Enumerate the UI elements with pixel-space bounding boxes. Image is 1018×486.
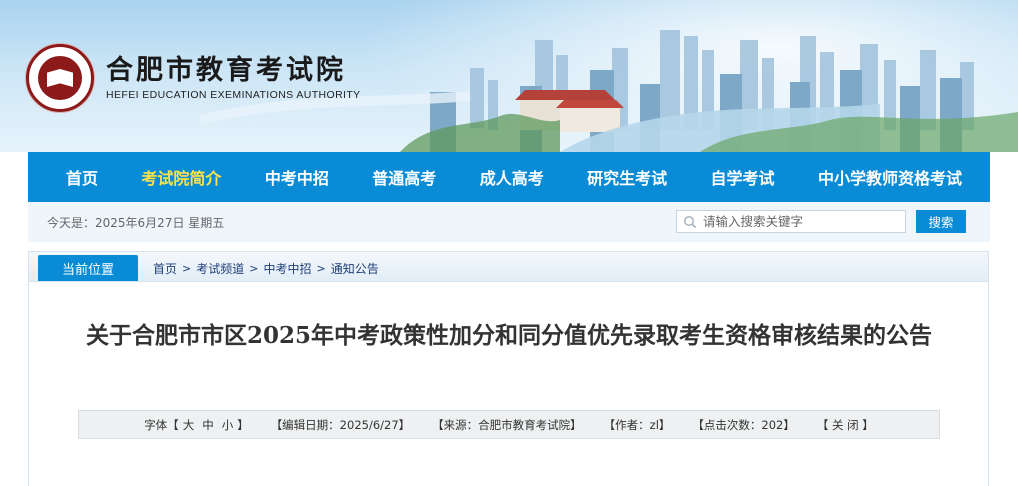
- breadcrumb-zhongkao[interactable]: 中考中招: [263, 260, 311, 277]
- click-count: 【点击次数：202】: [692, 417, 795, 432]
- article-title: 关于合肥市市区2025年中考政策性加分和同分值优先录取考生资格审核结果的公告: [85, 322, 932, 349]
- font-size-medium-button[interactable]: 中: [202, 417, 214, 433]
- breadcrumb: 首页 > 考试频道 > 中考中招 > 通知公告: [153, 260, 379, 277]
- article-meta-bar: 字体【 大 中 小 】 【编辑日期：2025/6/27】 【来源：合肥市教育考试…: [78, 410, 940, 439]
- site-title-en: HEFEI EDUCATION EXEMINATIONS AUTHORITY: [106, 89, 361, 101]
- site-title: 合肥市教育考试院: [106, 55, 346, 86]
- header-banner: 合肥市教育考试院 HEFEI EDUCATION EXEMINATIONS AU…: [0, 0, 1018, 152]
- date-search-bar: 今天是：2025年6月27日 星期五 搜索: [28, 202, 990, 242]
- chevron-right-icon: >: [249, 262, 259, 275]
- chevron-right-icon: >: [182, 262, 192, 275]
- nav-item-home[interactable]: 首页: [66, 165, 98, 189]
- nav-item-zhongkao[interactable]: 中考中招: [265, 165, 329, 189]
- edit-date: 【编辑日期：2025/6/27】: [270, 417, 411, 432]
- close-button[interactable]: 【 关 闭 】: [817, 417, 874, 433]
- today-date: 今天是：2025年6月27日 星期五: [47, 216, 225, 230]
- font-size-controls: 字体【 大 中 小 】: [144, 417, 249, 433]
- font-size-large-button[interactable]: 大: [183, 417, 195, 433]
- seal-emblem-icon: [26, 44, 94, 112]
- nav-item-gaokao[interactable]: 普通高考: [372, 165, 436, 189]
- article-author: 【作者：zl】: [603, 417, 671, 432]
- breadcrumb-notices[interactable]: 通知公告: [331, 260, 379, 277]
- search-box: [676, 210, 906, 233]
- article-source: 【来源：合肥市教育考试院】: [432, 417, 582, 432]
- font-size-bracket: 】: [237, 417, 249, 432]
- breadcrumb-home[interactable]: 首页: [153, 260, 177, 277]
- chevron-right-icon: >: [316, 262, 326, 275]
- location-bar: 当前位置 首页 > 考试频道 > 中考中招 > 通知公告: [29, 252, 988, 282]
- current-location-tab: 当前位置: [38, 255, 138, 281]
- search-button[interactable]: 搜索: [916, 210, 966, 233]
- content-panel: 当前位置 首页 > 考试频道 > 中考中招 > 通知公告 关于合肥市市区2025…: [28, 251, 989, 486]
- nav-item-adult-exam[interactable]: 成人高考: [480, 165, 544, 189]
- font-size-small-button[interactable]: 小: [222, 417, 234, 433]
- nav-item-about[interactable]: 考试院简介: [141, 165, 221, 189]
- nav-item-self-study-exam[interactable]: 自学考试: [711, 165, 775, 189]
- nav-item-teacher-cert[interactable]: 中小学教师资格考试: [818, 165, 962, 189]
- breadcrumb-exam-channel[interactable]: 考试频道: [196, 260, 244, 277]
- font-size-label: 字体【: [144, 417, 179, 432]
- search-icon: [677, 211, 703, 232]
- site-logo[interactable]: 合肥市教育考试院 HEFEI EDUCATION EXEMINATIONS AU…: [26, 44, 361, 112]
- nav-item-postgrad-exam[interactable]: 研究生考试: [587, 165, 667, 189]
- brand-text: 合肥市教育考试院 HEFEI EDUCATION EXEMINATIONS AU…: [106, 55, 361, 101]
- search-input[interactable]: [703, 211, 901, 232]
- main-nav: 首页 考试院简介 中考中招 普通高考 成人高考 研究生考试 自学考试 中小学教师…: [28, 152, 990, 202]
